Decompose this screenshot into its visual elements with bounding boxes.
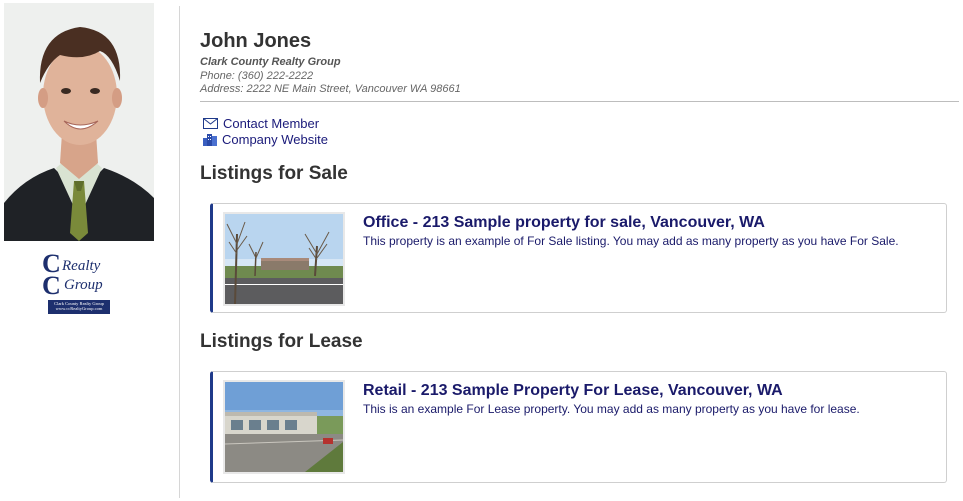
- contact-member-link[interactable]: Contact Member: [203, 115, 319, 131]
- listing-card-sale[interactable]: Office - 213 Sample property for sale, V…: [210, 203, 947, 313]
- profile-sidebar: C C Realty Group Clark County Realty Gro…: [0, 0, 160, 501]
- member-profile-page: C C Realty Group Clark County Realty Gro…: [0, 0, 963, 501]
- company-website-link[interactable]: Company Website: [203, 131, 328, 147]
- agent-company: Clark County Realty Group: [200, 56, 341, 68]
- logo-tagline: Clark County Realty Group www.ccRealtyGr…: [48, 300, 110, 314]
- svg-text:C: C: [42, 271, 61, 300]
- agent-address: Address: 2222 NE Main Street, Vancouver …: [200, 83, 461, 95]
- agent-photo: [4, 3, 154, 241]
- listing-card-lease[interactable]: Retail - 213 Sample Property For Lease, …: [210, 371, 947, 483]
- listing-thumbnail[interactable]: [223, 212, 345, 306]
- logo-word-realty: Realty: [61, 258, 101, 274]
- envelope-icon: [203, 117, 218, 129]
- company-logo: C C Realty Group Clark County Realty Gro…: [40, 250, 122, 316]
- agent-phone: Phone: (360) 222-2222: [200, 70, 314, 82]
- listing-description: This property is an example of For Sale …: [363, 234, 899, 248]
- building-icon: [203, 133, 217, 146]
- listing-thumbnail[interactable]: [223, 380, 345, 474]
- agent-name: John Jones: [200, 30, 312, 52]
- contact-member-label[interactable]: Contact Member: [223, 116, 319, 131]
- logo-tag-url: www.ccRealtyGroup.com: [55, 306, 103, 311]
- column-divider: [179, 6, 180, 498]
- listing-description: This is an example For Lease property. Y…: [363, 402, 860, 416]
- listing-title[interactable]: Office - 213 Sample property for sale, V…: [363, 214, 765, 232]
- listings-for-lease-heading: Listings for Lease: [200, 331, 363, 352]
- listings-for-sale-heading: Listings for Sale: [200, 163, 348, 184]
- logo-word-group: Group: [64, 277, 103, 293]
- header-divider: [200, 101, 959, 102]
- company-website-label[interactable]: Company Website: [222, 132, 328, 147]
- listing-title[interactable]: Retail - 213 Sample Property For Lease, …: [363, 382, 783, 400]
